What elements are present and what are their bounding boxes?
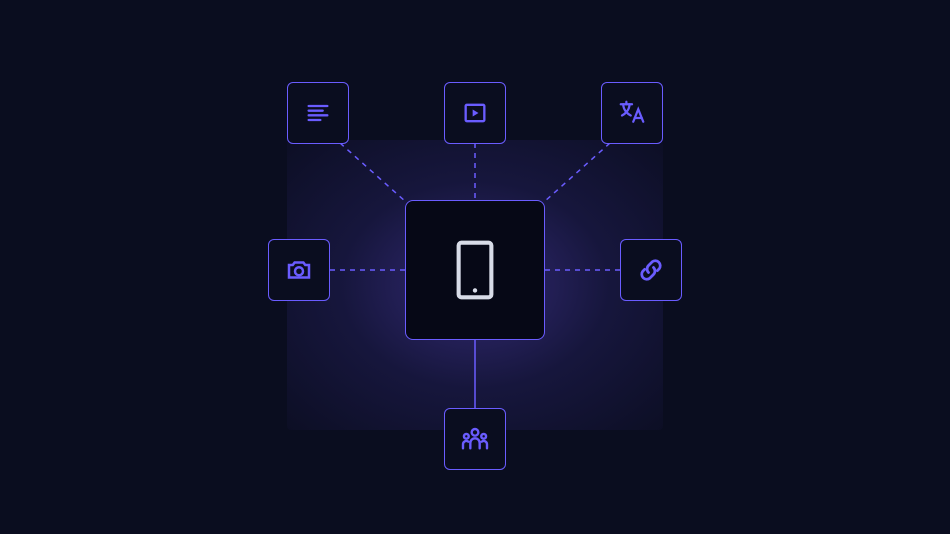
- diagram-stage: [0, 0, 950, 534]
- node-link: [620, 239, 682, 301]
- text-lines-icon: [304, 99, 332, 127]
- tablet-device-icon: [453, 240, 497, 300]
- node-people: [444, 408, 506, 470]
- camera-icon: [284, 255, 314, 285]
- node-text: [287, 82, 349, 144]
- link-icon: [636, 255, 666, 285]
- people-group-icon: [459, 423, 491, 455]
- play-video-icon: [461, 99, 489, 127]
- translate-icon: [617, 98, 647, 128]
- node-camera: [268, 239, 330, 301]
- node-translate: [601, 82, 663, 144]
- node-video: [444, 82, 506, 144]
- node-center-device: [405, 200, 545, 340]
